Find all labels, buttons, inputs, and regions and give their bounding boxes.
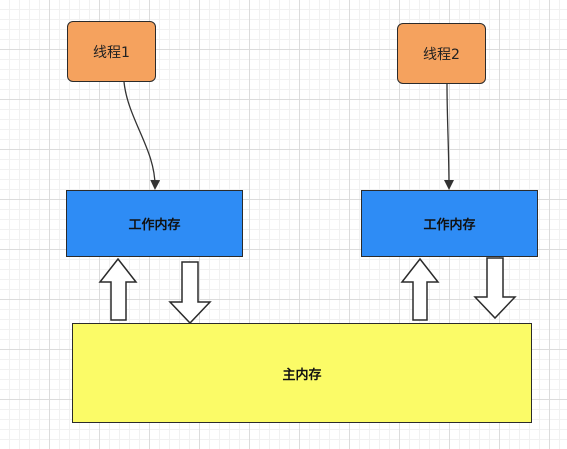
- work-memory2-node[interactable]: 工作内存: [361, 190, 538, 257]
- thread1-node[interactable]: 线程1: [67, 21, 156, 82]
- up-arrow-main-to-work-memory1: [98, 257, 138, 321]
- down-arrow-work-memory2-to-main: [473, 257, 517, 320]
- thread1-label: 线程1: [93, 44, 130, 61]
- thread2-label: 线程2: [423, 46, 460, 63]
- main-memory-node[interactable]: 主内存: [72, 323, 532, 423]
- connector-thread2-to-work-memory2: [443, 83, 454, 190]
- work-memory1-node[interactable]: 工作内存: [66, 190, 243, 257]
- main-memory-label: 主内存: [282, 367, 322, 383]
- work-memory2-label: 工作内存: [423, 218, 476, 233]
- up-arrow-main-to-work-memory2: [400, 257, 440, 321]
- connector-thread1-to-work-memory1: [123, 81, 161, 190]
- diagram-canvas: 线程1 线程2 工作内存 工作内存 主内存: [0, 0, 567, 449]
- thread2-node[interactable]: 线程2: [397, 23, 486, 84]
- down-arrow-work-memory1-to-main: [168, 261, 212, 325]
- work-memory1-label: 工作内存: [128, 218, 181, 233]
